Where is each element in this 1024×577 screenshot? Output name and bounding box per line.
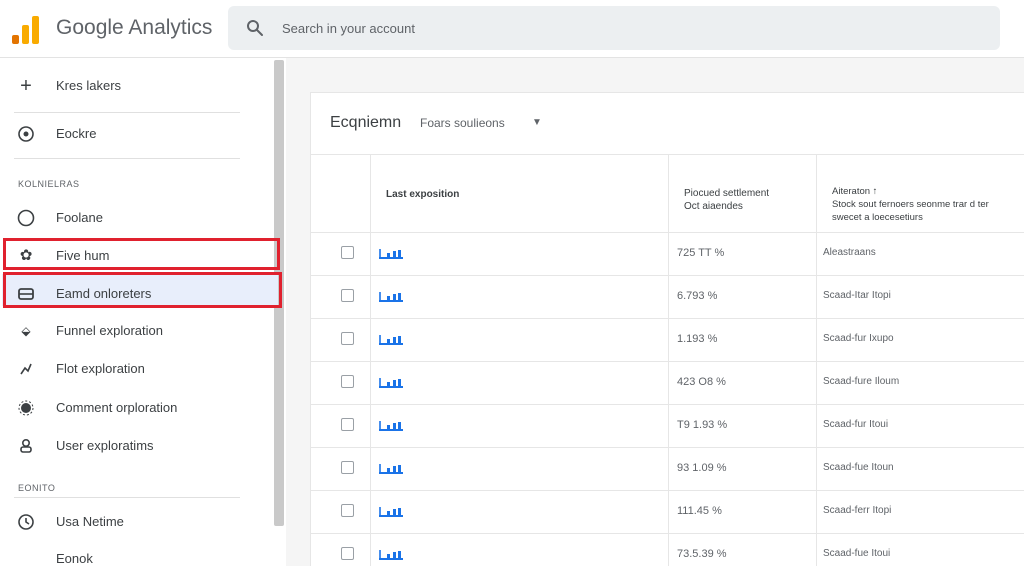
row-type: Scaad-fur Ixupo (823, 333, 894, 344)
row-type: Scaad-fur Itoui (823, 419, 889, 430)
column-header-label: Piocued settlement Oct aiaendes (684, 188, 770, 212)
row-checkbox[interactable] (341, 375, 354, 388)
plus-icon: + (20, 75, 32, 97)
sparkline-chart-icon (379, 249, 403, 259)
row-value: 93 1.09 % (677, 462, 727, 474)
row-checkbox[interactable] (341, 246, 354, 259)
search-input[interactable] (282, 16, 882, 40)
column-header-type[interactable]: Aiteraton ↑ Stock sout fernoers seonme t… (832, 172, 1022, 224)
segment-icon (18, 400, 34, 416)
template-dropdown[interactable]: Foars soulieons (420, 116, 505, 130)
sidebar-item-path-exploration[interactable]: Flot exploration (0, 351, 272, 387)
top-app-bar: Google Analytics (0, 0, 1024, 58)
row-value: 6.793 % (677, 290, 718, 302)
circle-icon (17, 209, 35, 227)
row-value: 73.5.39 % (677, 548, 727, 560)
sidebar-item-label: Usa Netime (56, 514, 124, 529)
page-title: Ecqniemn (330, 114, 402, 131)
divider (14, 112, 240, 113)
sidebar-item-label: Eonok (56, 551, 93, 566)
section-heading: Eonito (18, 483, 56, 493)
table-row[interactable]: 93 1.09 % Scaad-fue Itoun (311, 447, 1024, 490)
sidebar-item-free-form[interactable]: Foolane (0, 200, 272, 236)
sidebar-item-segment-exploration[interactable]: Comment orploration (0, 390, 272, 426)
table-row[interactable]: 73.5.39 % Scaad-fue Itoui (311, 533, 1024, 576)
path-icon (20, 363, 32, 375)
sparkline-chart-icon (379, 421, 403, 431)
row-type: Scaad-fure Iloum (823, 376, 900, 387)
sidebar-item-label: Flot exploration (56, 361, 145, 376)
annotation-highlight-box (3, 272, 282, 308)
sparkline-chart-icon (379, 378, 403, 388)
table-row[interactable]: 111.45 % Scaad-ferr Itopi (311, 490, 1024, 533)
sidebar-item-blank[interactable]: Eonok (0, 541, 272, 577)
table-row[interactable]: 423 O8 % Scaad-fure Iloum (311, 361, 1024, 404)
chevron-down-icon[interactable]: ▼ (532, 117, 542, 128)
sidebar-item-label: Funnel exploration (56, 323, 163, 338)
analytics-logo-icon[interactable] (12, 14, 40, 44)
sidebar-item-create[interactable]: + Kres lakers (0, 68, 272, 104)
column-header-label: Aiteraton ↑ Stock sout fernoers seonme t… (832, 186, 989, 223)
divider (14, 158, 240, 159)
row-checkbox[interactable] (341, 289, 354, 302)
row-value: 111.45 % (677, 505, 722, 517)
row-type: Scaad-fue Itoui (823, 548, 891, 559)
search-icon (247, 20, 263, 36)
funnel-icon: ⬙ (21, 324, 31, 338)
section-heading: Kolnielras (18, 179, 80, 189)
sidebar-item-user-exploration[interactable]: User exploratims (0, 428, 272, 464)
sparkline-chart-icon (379, 507, 403, 517)
sidebar-item-user-lifetime[interactable]: Usa Netime (0, 504, 272, 540)
refresh-icon (18, 126, 34, 142)
table-row[interactable]: 6.793 % Scaad-Itar Itopi (311, 275, 1024, 318)
row-value: 1.193 % (677, 333, 718, 345)
sidebar-item-label: User exploratims (56, 438, 154, 453)
row-type: Scaad-Itar Itopi (823, 290, 891, 301)
sparkline-chart-icon (379, 550, 403, 560)
annotation-highlight-box (3, 238, 280, 270)
row-value: T9 1.93 % (677, 419, 728, 431)
table-row[interactable]: T9 1.93 % Scaad-fur Itoui (311, 404, 1024, 447)
column-header-label: Last exposition (386, 189, 460, 200)
search-bar[interactable] (228, 6, 1000, 50)
column-header-value[interactable]: Piocued settlement Oct aiaendes (684, 174, 804, 213)
sidebar-item-label: Foolane (56, 210, 103, 225)
row-checkbox[interactable] (341, 332, 354, 345)
table-row[interactable]: 1.193 % Scaad-fur Ixupo (311, 318, 1024, 361)
sidebar-item-label: Comment orploration (56, 400, 178, 415)
row-checkbox[interactable] (341, 461, 354, 474)
clock-icon (18, 514, 34, 530)
row-type: Aleastraans (823, 247, 876, 258)
sparkline-chart-icon (379, 292, 403, 302)
sidebar-item-label: Kres lakers (56, 78, 122, 93)
divider (14, 497, 240, 498)
row-checkbox[interactable] (341, 547, 354, 560)
sparkline-chart-icon (379, 464, 403, 474)
row-value: 725 TT % (677, 247, 725, 259)
row-type: Scaad-fue Itoun (823, 462, 894, 473)
column-header-name[interactable]: Last exposition (386, 188, 656, 201)
sparkline-chart-icon (379, 335, 403, 345)
table-row[interactable]: 725 TT % Aleastraans (311, 232, 1024, 275)
sidebar-item-label: Eockre (56, 126, 97, 141)
user-icon (20, 438, 32, 453)
row-type: Scaad-ferr Itopi (823, 505, 892, 516)
row-checkbox[interactable] (341, 504, 354, 517)
row-checkbox[interactable] (341, 418, 354, 431)
row-value: 423 O8 % (677, 376, 726, 388)
sidebar-item-explore[interactable]: Eockre (0, 116, 272, 152)
sidebar-item-funnel-exploration[interactable]: ⬙ Funnel exploration (0, 313, 272, 349)
app-title: Google Analytics (56, 16, 213, 39)
